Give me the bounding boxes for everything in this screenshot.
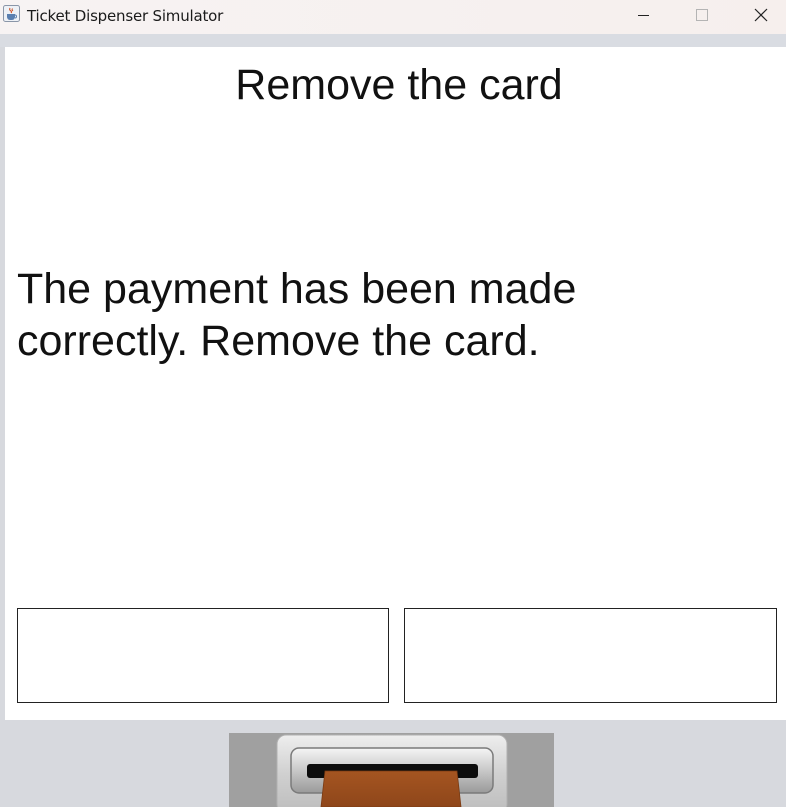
close-icon xyxy=(754,8,768,22)
right-action-button[interactable] xyxy=(404,608,777,703)
window-title: Ticket Dispenser Simulator xyxy=(27,7,224,25)
maximize-icon xyxy=(696,9,708,21)
minimize-button[interactable] xyxy=(620,0,666,31)
card-reader[interactable] xyxy=(229,733,554,807)
card xyxy=(320,770,462,807)
minimize-icon xyxy=(638,15,649,16)
close-button[interactable] xyxy=(738,0,784,31)
screen-message: The payment has been made correctly. Rem… xyxy=(17,265,577,365)
dispenser-screen: Remove the card The payment has been mad… xyxy=(5,47,786,720)
title-bar: Ticket Dispenser Simulator xyxy=(0,0,786,34)
maximize-button[interactable] xyxy=(679,0,725,31)
java-cup-icon xyxy=(3,5,20,22)
screen-title: Remove the card xyxy=(235,61,563,109)
window-frame xyxy=(0,34,786,47)
left-action-button[interactable] xyxy=(17,608,389,703)
